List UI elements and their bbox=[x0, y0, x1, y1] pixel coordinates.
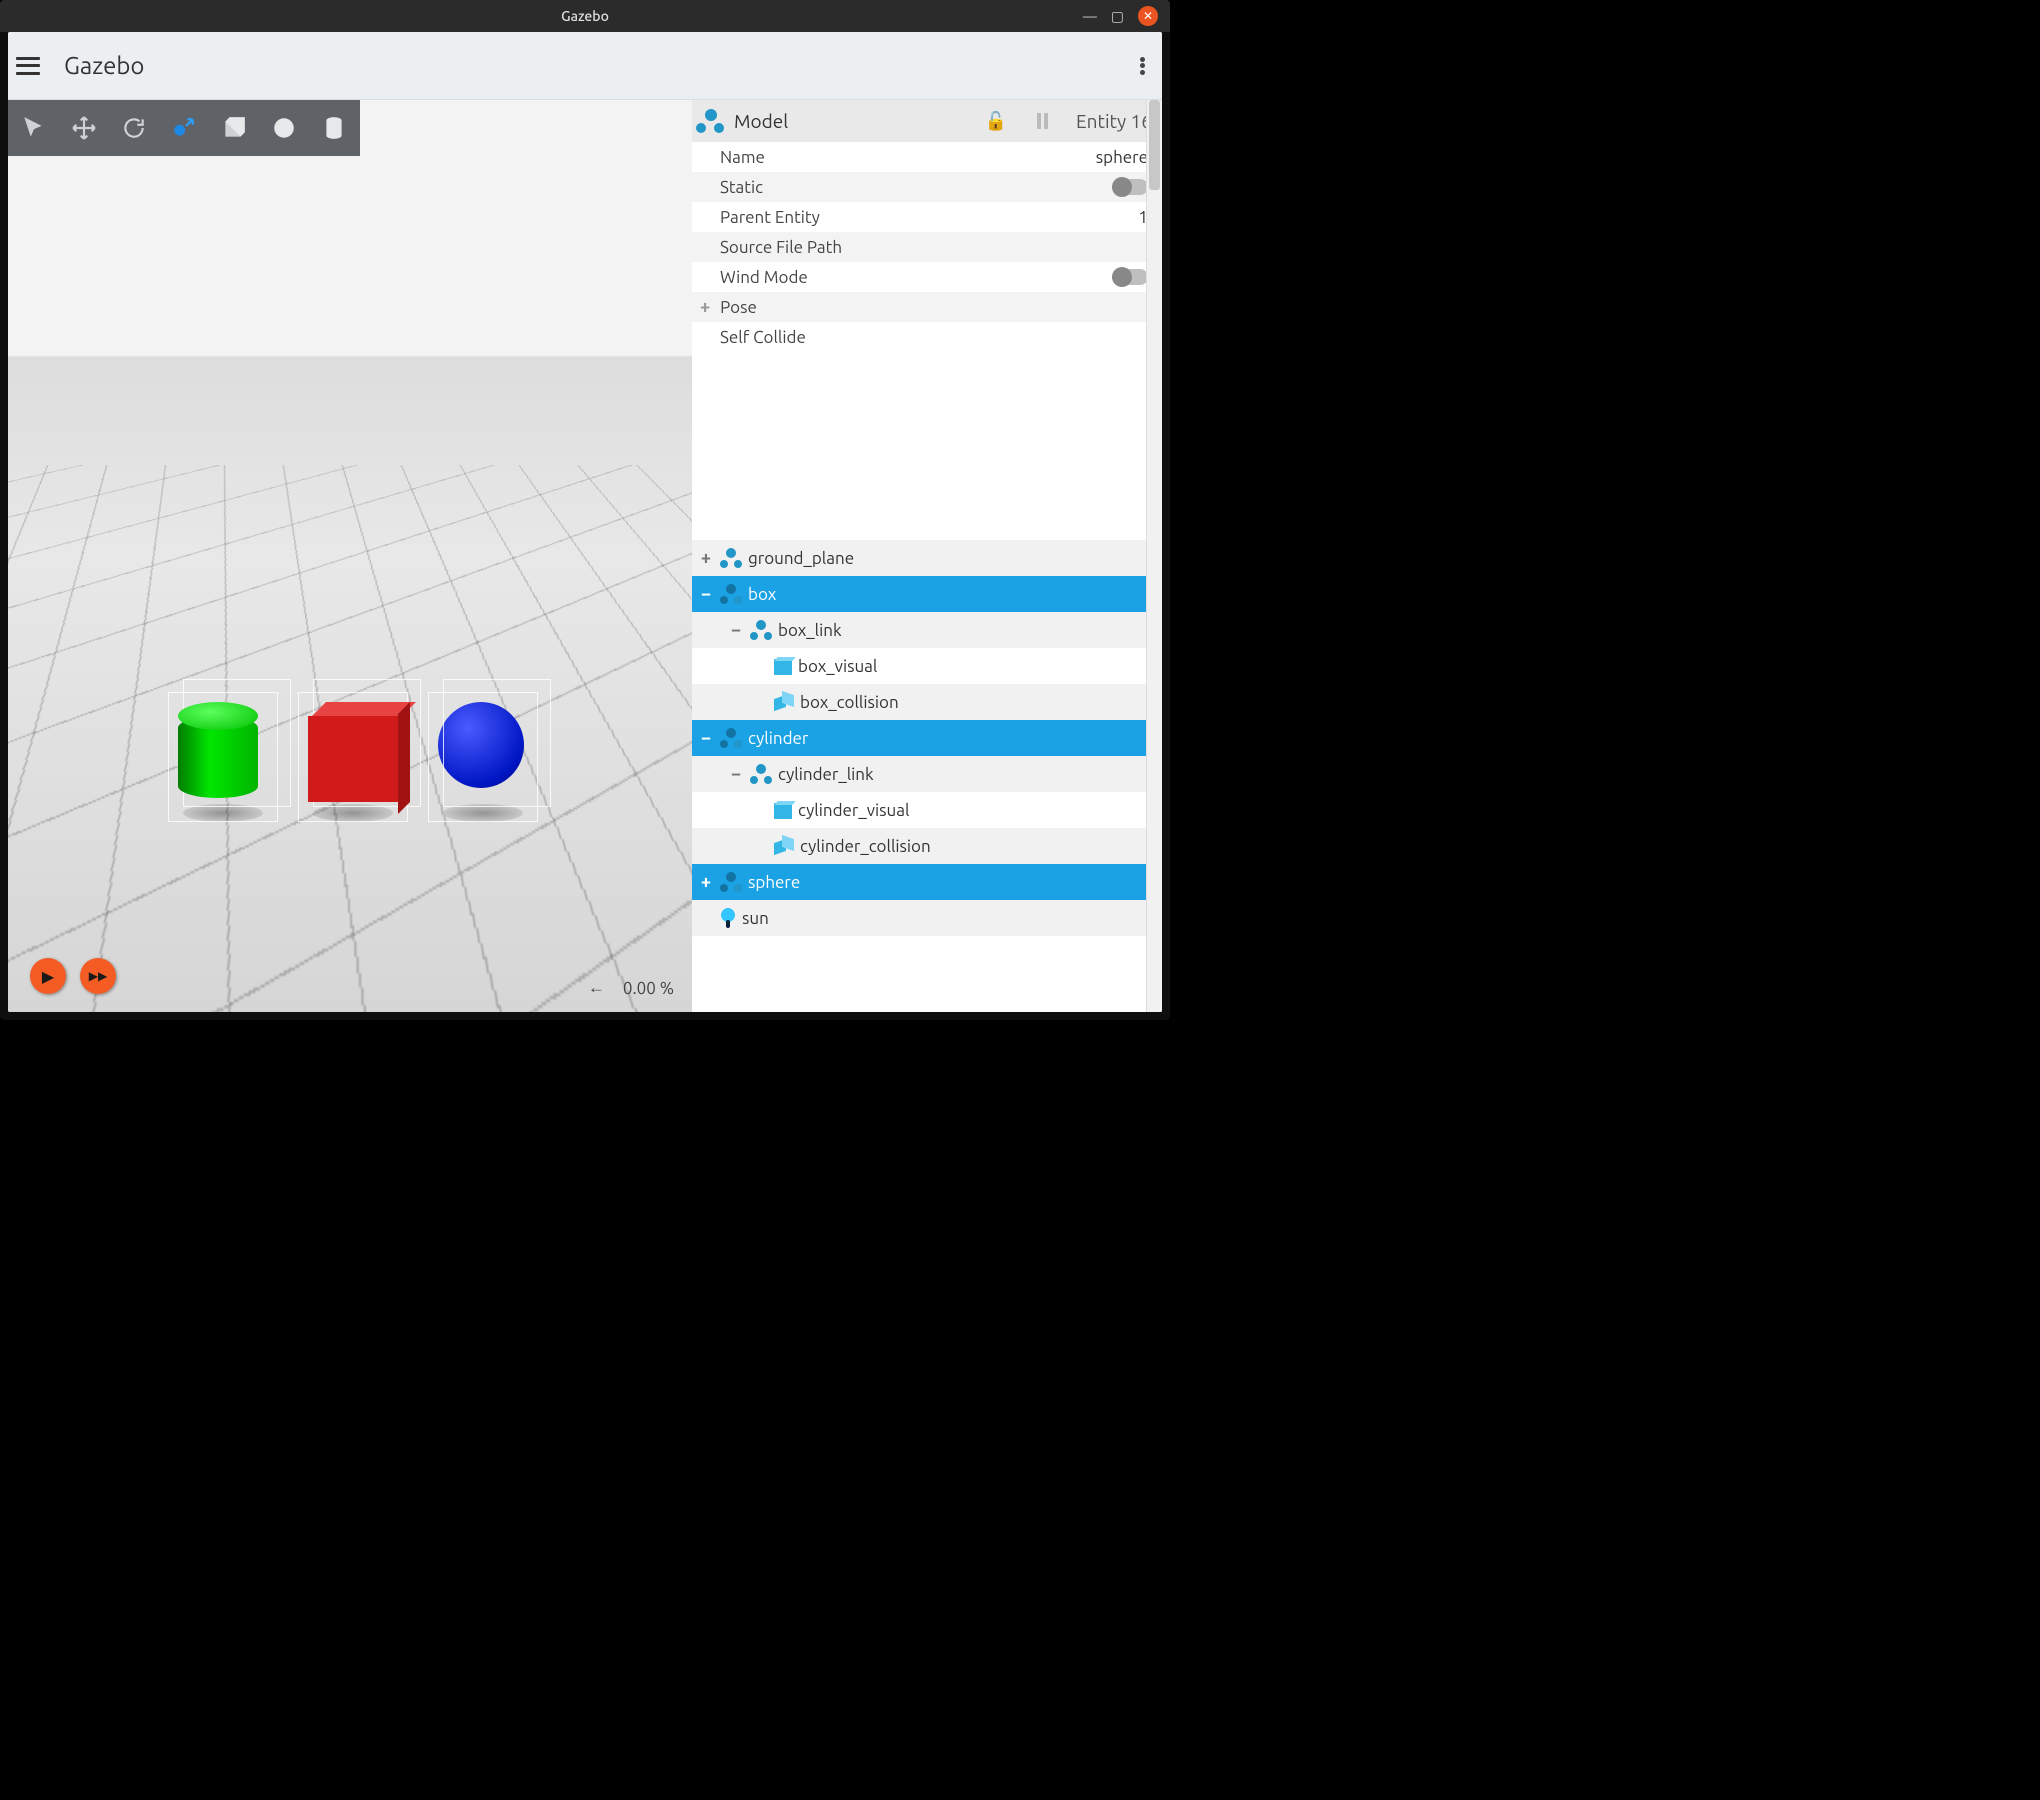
insert-sphere-icon[interactable] bbox=[268, 112, 300, 144]
window-title: Gazebo bbox=[561, 8, 609, 24]
tree-row-ground-plane[interactable]: +ground_plane bbox=[692, 540, 1161, 576]
tree-label: ground_plane bbox=[748, 549, 854, 568]
insert-box-icon[interactable] bbox=[218, 112, 250, 144]
tree-row-cylinder-visual[interactable]: cylinder_visual bbox=[692, 792, 1161, 828]
model-icon bbox=[696, 109, 724, 133]
model-icon bbox=[720, 548, 742, 568]
play-button[interactable]: ▶ bbox=[30, 958, 66, 994]
scale-tool-icon[interactable] bbox=[168, 112, 200, 144]
pause-icon[interactable] bbox=[1037, 113, 1048, 129]
sphere-model[interactable] bbox=[438, 702, 528, 812]
expand-icon[interactable]: + bbox=[700, 297, 710, 317]
collision-icon bbox=[774, 837, 794, 855]
light-icon bbox=[720, 908, 736, 928]
tree-label: cylinder bbox=[748, 729, 808, 748]
static-toggle[interactable] bbox=[1112, 179, 1148, 195]
scrollbar-thumb[interactable] bbox=[1149, 100, 1160, 190]
tree-row-box-link[interactable]: −box_link bbox=[692, 612, 1161, 648]
scrollbar[interactable] bbox=[1146, 100, 1162, 1012]
panel-header: Model 🔓 Entity 16 bbox=[692, 100, 1162, 142]
select-tool-icon[interactable] bbox=[18, 112, 50, 144]
inspector-panel: Model 🔓 Entity 16 Namesphere Static Pare… bbox=[692, 100, 1162, 1012]
model-icon bbox=[720, 584, 742, 604]
visual-icon bbox=[774, 801, 792, 819]
panel-title: Model bbox=[734, 110, 788, 132]
tree-row-sphere[interactable]: +sphere bbox=[692, 864, 1161, 900]
rtf-percent: 0.00 % bbox=[623, 979, 674, 998]
tree-label: box bbox=[748, 585, 776, 604]
close-icon[interactable]: ✕ bbox=[1138, 6, 1158, 26]
titlebar: Gazebo — ▢ ✕ bbox=[0, 0, 1170, 32]
wind-toggle[interactable] bbox=[1112, 269, 1148, 285]
menubar: Gazebo bbox=[8, 32, 1162, 100]
tree-label: sun bbox=[742, 909, 769, 928]
model-icon bbox=[720, 872, 742, 892]
step-button[interactable]: ▶▶ bbox=[80, 958, 116, 994]
prop-pose-label[interactable]: Pose bbox=[720, 298, 1148, 317]
tree-row-box-collision[interactable]: box_collision bbox=[692, 684, 1161, 720]
link-icon bbox=[750, 620, 772, 640]
prop-name-value: sphere bbox=[1096, 148, 1148, 167]
collision-icon bbox=[774, 693, 794, 711]
kebab-icon[interactable] bbox=[1130, 54, 1154, 78]
tree-row-sun[interactable]: sun bbox=[692, 900, 1161, 936]
entity-id: Entity 16 bbox=[1076, 110, 1152, 132]
tree-row-cylinder-link[interactable]: −cylinder_link bbox=[692, 756, 1161, 792]
entity-tree[interactable]: +ground_plane −box −box_link box_visual … bbox=[692, 540, 1162, 1012]
visual-icon bbox=[774, 657, 792, 675]
box-model[interactable] bbox=[308, 702, 398, 812]
scene-shapes bbox=[178, 702, 528, 812]
minimize-icon[interactable]: — bbox=[1083, 8, 1097, 24]
tree-label: sphere bbox=[748, 873, 800, 892]
tree-label: box_collision bbox=[800, 693, 899, 712]
status-bar: ← 0.00 % bbox=[588, 978, 674, 998]
prop-parent-label: Parent Entity bbox=[720, 208, 1138, 227]
tree-label: box_visual bbox=[798, 657, 877, 676]
hamburger-icon[interactable] bbox=[16, 54, 40, 78]
link-icon bbox=[750, 764, 772, 784]
prop-source-label: Source File Path bbox=[720, 238, 1148, 257]
tree-label: cylinder_collision bbox=[800, 837, 931, 856]
insert-cylinder-icon[interactable] bbox=[318, 112, 350, 144]
tree-label: box_link bbox=[778, 621, 842, 640]
prop-static-label: Static bbox=[720, 178, 1112, 197]
prop-name-label: Name bbox=[720, 148, 1096, 167]
viewport[interactable]: ▶ ▶▶ ← 0.00 % bbox=[8, 100, 692, 1012]
maximize-icon[interactable]: ▢ bbox=[1111, 8, 1124, 25]
tree-row-box-visual[interactable]: box_visual bbox=[692, 648, 1161, 684]
tree-row-cylinder-collision[interactable]: cylinder_collision bbox=[692, 828, 1161, 864]
lock-icon[interactable]: 🔓 bbox=[985, 111, 1007, 132]
cylinder-model[interactable] bbox=[178, 702, 268, 812]
move-tool-icon[interactable] bbox=[68, 112, 100, 144]
tree-row-box[interactable]: −box bbox=[692, 576, 1161, 612]
tree-row-cylinder[interactable]: −cylinder bbox=[692, 720, 1161, 756]
properties: Namesphere Static Parent Entity1 Source … bbox=[692, 142, 1162, 352]
toolbar bbox=[8, 100, 360, 156]
tree-label: cylinder_visual bbox=[798, 801, 909, 820]
tree-label: cylinder_link bbox=[778, 765, 874, 784]
rotate-tool-icon[interactable] bbox=[118, 112, 150, 144]
app-title: Gazebo bbox=[64, 52, 144, 79]
model-icon bbox=[720, 728, 742, 748]
arrow-left-icon[interactable]: ← bbox=[588, 978, 605, 998]
prop-wind-label: Wind Mode bbox=[720, 268, 1112, 287]
prop-selfcollide-label: Self Collide bbox=[720, 328, 1148, 347]
